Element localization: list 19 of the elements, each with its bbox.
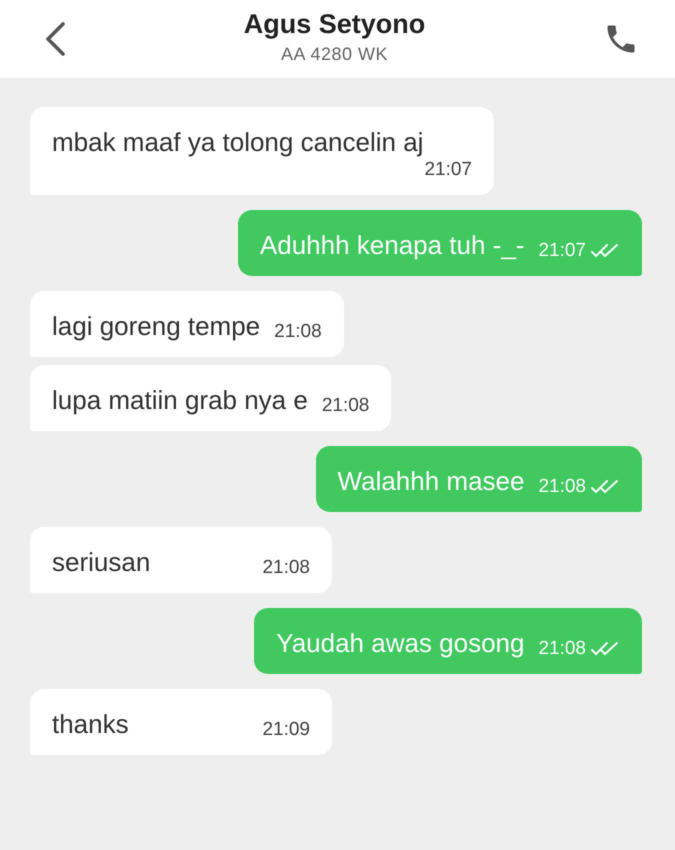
message-text: lupa matiin grab nya e xyxy=(52,384,308,417)
back-icon[interactable] xyxy=(44,22,66,56)
message-text: Walahhh masee xyxy=(338,465,524,498)
contact-name: Agus Setyono xyxy=(244,9,426,40)
message-text: thanks xyxy=(52,708,129,741)
message-time: 21:09 xyxy=(262,719,310,741)
message-time: 21:07 xyxy=(424,159,472,181)
message-time: 21:07 xyxy=(538,240,586,262)
message-time: 21:08 xyxy=(274,321,322,343)
message-text: seriusan xyxy=(52,546,150,579)
message-time: 21:08 xyxy=(538,638,586,660)
message-text: lagi goreng tempe xyxy=(52,310,260,343)
message-time: 21:08 xyxy=(538,476,586,498)
message-time: 21:08 xyxy=(262,557,310,579)
message-text: Aduhhh kenapa tuh -_- xyxy=(260,229,524,262)
message-time: 21:08 xyxy=(322,395,370,417)
message-text: mbak maaf ya tolong cancelin aj xyxy=(52,126,424,159)
message-text: Yaudah awas gosong xyxy=(276,627,524,660)
plate-number: AA 4280 WK xyxy=(280,44,388,65)
